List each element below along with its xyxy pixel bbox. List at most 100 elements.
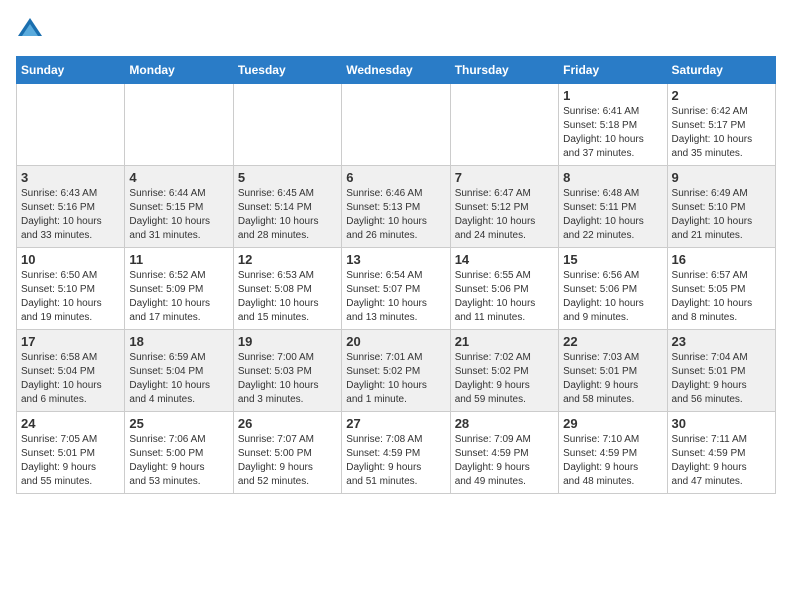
day-header-wednesday: Wednesday	[342, 57, 450, 84]
page-header	[16, 16, 776, 44]
calendar-cell: 13Sunrise: 6:54 AM Sunset: 5:07 PM Dayli…	[342, 248, 450, 330]
calendar-cell: 26 Sunrise: 7:07 AM Sunset: 5:00 PM Dayli…	[233, 412, 341, 494]
day-info: Sunrise: 6:59 AM Sunset: 5:04 PM Dayligh…	[129, 351, 228, 407]
day-number: 14	[455, 252, 554, 267]
calendar-cell: 18 Sunrise: 6:59 AM Sunset: 5:04 PM Dayli…	[125, 330, 233, 412]
day-info: Sunrise: 7:08 AM Sunset: 4:59 PM Dayligh…	[346, 433, 445, 489]
day-header-thursday: Thursday	[450, 57, 558, 84]
calendar-cell: 17 Sunrise: 6:58 AM Sunset: 5:04 PM Dayli…	[17, 330, 125, 412]
day-number: 23	[672, 334, 771, 349]
day-info: Sunrise: 6:52 AM Sunset: 5:09 PM Dayligh…	[129, 269, 228, 325]
day-info: Sunrise: 6:46 AM Sunset: 5:13 PM Dayligh…	[346, 187, 445, 243]
calendar-cell: 16 Sunrise: 6:57 AM Sunset: 5:05 PM Dayli…	[667, 248, 775, 330]
day-info: Sunrise: 6:53 AM Sunset: 5:08 PM Dayligh…	[238, 269, 337, 325]
day-info: Sunrise: 7:06 AM Sunset: 5:00 PM Dayligh…	[129, 433, 228, 489]
calendar-cell: 5 Sunrise: 6:45 AM Sunset: 5:14 PM Daylig…	[233, 166, 341, 248]
day-info: Sunrise: 6:54 AM Sunset: 5:07 PM Dayligh…	[346, 269, 445, 325]
day-number: 21	[455, 334, 554, 349]
day-info: Sunrise: 6:49 AM Sunset: 5:10 PM Dayligh…	[672, 187, 771, 243]
calendar-cell: 4 Sunrise: 6:44 AM Sunset: 5:15 PM Daylig…	[125, 166, 233, 248]
calendar-cell: 6 Sunrise: 6:46 AM Sunset: 5:13 PM Daylig…	[342, 166, 450, 248]
day-header-saturday: Saturday	[667, 57, 775, 84]
day-info: Sunrise: 6:42 AM Sunset: 5:17 PM Dayligh…	[672, 105, 771, 161]
day-number: 2	[672, 88, 771, 103]
day-header-sunday: Sunday	[17, 57, 125, 84]
day-info: Sunrise: 6:44 AM Sunset: 5:15 PM Dayligh…	[129, 187, 228, 243]
day-header-monday: Monday	[125, 57, 233, 84]
day-number: 17	[21, 334, 120, 349]
day-info: Sunrise: 7:05 AM Sunset: 5:01 PM Dayligh…	[21, 433, 120, 489]
day-number: 1	[563, 88, 662, 103]
day-info: Sunrise: 7:03 AM Sunset: 5:01 PM Dayligh…	[563, 351, 662, 407]
calendar-cell: 22 Sunrise: 7:03 AM Sunset: 5:01 PM Dayli…	[559, 330, 667, 412]
week-row-3: 10 Sunrise: 6:50 AM Sunset: 5:10 PM Dayli…	[17, 248, 776, 330]
day-number: 30	[672, 416, 771, 431]
day-number: 29	[563, 416, 662, 431]
day-number: 3	[21, 170, 120, 185]
day-info: Sunrise: 7:02 AM Sunset: 5:02 PM Dayligh…	[455, 351, 554, 407]
calendar-cell: 15Sunrise: 6:56 AM Sunset: 5:06 PM Dayli…	[559, 248, 667, 330]
logo-icon	[16, 16, 44, 44]
day-info: Sunrise: 6:47 AM Sunset: 5:12 PM Dayligh…	[455, 187, 554, 243]
calendar-cell: 12 Sunrise: 6:53 AM Sunset: 5:08 PM Dayli…	[233, 248, 341, 330]
header-row: SundayMondayTuesdayWednesdayThursdayFrid…	[17, 57, 776, 84]
day-number: 24	[21, 416, 120, 431]
day-info: Sunrise: 6:50 AM Sunset: 5:10 PM Dayligh…	[21, 269, 120, 325]
day-info: Sunrise: 7:11 AM Sunset: 4:59 PM Dayligh…	[672, 433, 771, 489]
day-info: Sunrise: 6:57 AM Sunset: 5:05 PM Dayligh…	[672, 269, 771, 325]
calendar-table: SundayMondayTuesdayWednesdayThursdayFrid…	[16, 56, 776, 494]
calendar-cell: 8 Sunrise: 6:48 AM Sunset: 5:11 PM Daylig…	[559, 166, 667, 248]
day-number: 28	[455, 416, 554, 431]
logo	[16, 16, 48, 44]
day-number: 5	[238, 170, 337, 185]
day-number: 10	[21, 252, 120, 267]
calendar-cell: 2 Sunrise: 6:42 AM Sunset: 5:17 PM Daylig…	[667, 84, 775, 166]
day-number: 26	[238, 416, 337, 431]
calendar-cell: 29 Sunrise: 7:10 AM Sunset: 4:59 PM Dayli…	[559, 412, 667, 494]
day-info: Sunrise: 6:56 AM Sunset: 5:06 PM Dayligh…	[563, 269, 662, 325]
day-info: Sunrise: 7:07 AM Sunset: 5:00 PM Dayligh…	[238, 433, 337, 489]
day-number: 27	[346, 416, 445, 431]
day-info: Sunrise: 6:58 AM Sunset: 5:04 PM Dayligh…	[21, 351, 120, 407]
day-info: Sunrise: 7:01 AM Sunset: 5:02 PM Dayligh…	[346, 351, 445, 407]
calendar-cell: 7Sunrise: 6:47 AM Sunset: 5:12 PM Daylig…	[450, 166, 558, 248]
calendar-cell: 27 Sunrise: 7:08 AM Sunset: 4:59 PM Dayli…	[342, 412, 450, 494]
day-number: 22	[563, 334, 662, 349]
day-info: Sunrise: 6:41 AM Sunset: 5:18 PM Dayligh…	[563, 105, 662, 161]
week-row-1: 1 Sunrise: 6:41 AM Sunset: 5:18 PM Daylig…	[17, 84, 776, 166]
day-info: Sunrise: 7:04 AM Sunset: 5:01 PM Dayligh…	[672, 351, 771, 407]
calendar-cell: 11 Sunrise: 6:52 AM Sunset: 5:09 PM Dayli…	[125, 248, 233, 330]
calendar-cell	[342, 84, 450, 166]
day-info: Sunrise: 7:00 AM Sunset: 5:03 PM Dayligh…	[238, 351, 337, 407]
day-number: 18	[129, 334, 228, 349]
day-info: Sunrise: 6:48 AM Sunset: 5:11 PM Dayligh…	[563, 187, 662, 243]
day-info: Sunrise: 6:55 AM Sunset: 5:06 PM Dayligh…	[455, 269, 554, 325]
day-number: 4	[129, 170, 228, 185]
day-number: 6	[346, 170, 445, 185]
calendar-cell: 3Sunrise: 6:43 AM Sunset: 5:16 PM Daylig…	[17, 166, 125, 248]
calendar-cell	[233, 84, 341, 166]
day-number: 12	[238, 252, 337, 267]
day-number: 19	[238, 334, 337, 349]
calendar-cell: 9 Sunrise: 6:49 AM Sunset: 5:10 PM Daylig…	[667, 166, 775, 248]
calendar-cell: 23 Sunrise: 7:04 AM Sunset: 5:01 PM Dayli…	[667, 330, 775, 412]
day-info: Sunrise: 6:45 AM Sunset: 5:14 PM Dayligh…	[238, 187, 337, 243]
day-number: 9	[672, 170, 771, 185]
day-number: 16	[672, 252, 771, 267]
calendar-cell: 28 Sunrise: 7:09 AM Sunset: 4:59 PM Dayli…	[450, 412, 558, 494]
calendar-cell: 30 Sunrise: 7:11 AM Sunset: 4:59 PM Dayli…	[667, 412, 775, 494]
calendar-cell	[125, 84, 233, 166]
day-header-tuesday: Tuesday	[233, 57, 341, 84]
day-number: 25	[129, 416, 228, 431]
calendar-cell	[17, 84, 125, 166]
calendar-cell: 10 Sunrise: 6:50 AM Sunset: 5:10 PM Dayli…	[17, 248, 125, 330]
calendar-cell	[450, 84, 558, 166]
day-number: 8	[563, 170, 662, 185]
day-number: 11	[129, 252, 228, 267]
calendar-cell: 24 Sunrise: 7:05 AM Sunset: 5:01 PM Dayli…	[17, 412, 125, 494]
day-info: Sunrise: 7:09 AM Sunset: 4:59 PM Dayligh…	[455, 433, 554, 489]
day-info: Sunrise: 7:10 AM Sunset: 4:59 PM Dayligh…	[563, 433, 662, 489]
week-row-2: 3Sunrise: 6:43 AM Sunset: 5:16 PM Daylig…	[17, 166, 776, 248]
calendar-cell: 20Sunrise: 7:01 AM Sunset: 5:02 PM Dayli…	[342, 330, 450, 412]
calendar-cell: 25 Sunrise: 7:06 AM Sunset: 5:00 PM Dayli…	[125, 412, 233, 494]
